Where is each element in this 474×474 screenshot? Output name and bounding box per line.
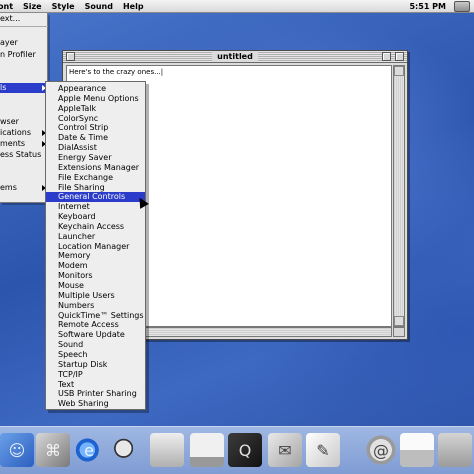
folder-icon[interactable]: [438, 433, 472, 467]
menu-clock[interactable]: 5:51 PM: [409, 0, 446, 13]
control-panel-item[interactable]: Numbers: [46, 301, 145, 311]
menu-bar: ont Size Style Sound Help 5:51 PM: [0, 0, 474, 13]
control-panel-item[interactable]: Text: [46, 380, 145, 390]
apple-menu-item-control-panels[interactable]: ls: [0, 83, 48, 93]
control-panel-item[interactable]: ColorSync: [46, 114, 145, 124]
control-panel-item[interactable]: Internet: [46, 202, 145, 212]
application-menu-icon[interactable]: [454, 1, 470, 12]
apple-menu-item[interactable]: ications: [0, 128, 48, 138]
monitor-icon[interactable]: [190, 433, 224, 467]
control-panel-item[interactable]: QuickTime™ Settings: [46, 311, 145, 321]
zoom-box-icon[interactable]: [382, 52, 391, 61]
printer-icon[interactable]: [400, 433, 434, 467]
control-panel-item[interactable]: Apple Menu Options: [46, 94, 145, 104]
control-panel-item[interactable]: Appearance: [46, 84, 145, 94]
control-panel-item[interactable]: DialAssist: [46, 143, 145, 153]
menu-help[interactable]: Help: [118, 0, 149, 13]
control-strip-dock: ☺ ⌘ e Q ✉ ✎ @: [0, 426, 474, 474]
finder-icon[interactable]: ☺: [0, 433, 34, 467]
control-panel-item[interactable]: Web Sharing: [46, 399, 145, 409]
control-panel-item[interactable]: Energy Saver: [46, 153, 145, 163]
apple-menu-item-label: ls: [0, 83, 7, 92]
control-panel-item[interactable]: Modem: [46, 261, 145, 271]
collapse-box-icon[interactable]: [395, 52, 404, 61]
sherlock-icon[interactable]: [110, 433, 144, 467]
control-panel-item[interactable]: Date & Time: [46, 133, 145, 143]
control-panel-item[interactable]: General Controls: [46, 192, 145, 203]
apple-menu-item[interactable]: ess Status: [0, 150, 48, 160]
apple-menu-item-label: ications: [0, 128, 32, 137]
control-panel-item[interactable]: File Sharing: [46, 183, 145, 193]
apple-menu: ext... ayer n Profiler ls wser ications …: [0, 13, 48, 203]
email-at-icon[interactable]: @: [364, 433, 398, 467]
apple-menu-item[interactable]: ments: [0, 139, 48, 149]
window-title: untitled: [212, 51, 258, 62]
scroll-down-arrow-icon[interactable]: [394, 316, 404, 326]
menu-separator: [0, 26, 48, 27]
control-panel-item[interactable]: Monitors: [46, 271, 145, 281]
control-panel-item[interactable]: Memory: [46, 251, 145, 261]
write-icon[interactable]: ✎: [306, 433, 340, 467]
control-panel-item[interactable]: Sound: [46, 340, 145, 350]
apple-menu-item-label: ems: [0, 183, 17, 192]
apple-menu-item-label: ments: [0, 139, 26, 148]
control-panel-item[interactable]: Launcher: [46, 232, 145, 242]
apple-menu-item[interactable]: ems: [0, 183, 48, 193]
apple-menu-item[interactable]: ext...: [0, 14, 48, 24]
menu-sound[interactable]: Sound: [80, 0, 118, 13]
control-panel-item[interactable]: TCP/IP: [46, 370, 145, 380]
control-panel-item[interactable]: Multiple Users: [46, 291, 145, 301]
apple-system-profiler-icon[interactable]: [150, 433, 184, 467]
quicktime-icon[interactable]: Q: [228, 433, 262, 467]
scroll-up-arrow-icon[interactable]: [394, 66, 404, 76]
control-panel-item[interactable]: File Exchange: [46, 173, 145, 183]
control-panel-item[interactable]: Startup Disk: [46, 360, 145, 370]
apple-menu-item[interactable]: ayer: [0, 38, 48, 48]
document-text: Here's to the crazy ones...|: [69, 68, 164, 76]
control-panel-item[interactable]: Keyboard: [46, 212, 145, 222]
menu-font[interactable]: ont: [0, 0, 18, 13]
control-panels-submenu: Appearance Apple Menu Options AppleTalk Col…: [45, 81, 146, 410]
mail-icon[interactable]: ✉: [268, 433, 302, 467]
close-box-icon[interactable]: [66, 52, 75, 61]
vertical-scrollbar[interactable]: [393, 65, 405, 327]
mac-os-icon[interactable]: ⌘: [36, 433, 70, 467]
control-panel-item[interactable]: USB Printer Sharing: [46, 389, 145, 399]
apple-menu-item[interactable]: n Profiler: [0, 50, 48, 60]
control-panel-item[interactable]: Keychain Access: [46, 222, 145, 232]
control-panel-item[interactable]: Software Update: [46, 330, 145, 340]
apple-menu-item[interactable]: wser: [0, 117, 48, 127]
control-panel-item[interactable]: Location Manager: [46, 242, 145, 252]
window-title-bar[interactable]: untitled: [63, 51, 407, 63]
menu-size[interactable]: Size: [18, 0, 47, 13]
control-panel-item[interactable]: Mouse: [46, 281, 145, 291]
control-panel-item[interactable]: AppleTalk: [46, 104, 145, 114]
internet-explorer-icon[interactable]: e: [72, 433, 106, 467]
control-panel-item[interactable]: Control Strip: [46, 123, 145, 133]
resize-box-icon[interactable]: [393, 327, 405, 337]
control-panel-item[interactable]: Speech: [46, 350, 145, 360]
menu-style[interactable]: Style: [47, 0, 80, 13]
control-panel-item[interactable]: Extensions Manager: [46, 163, 145, 173]
control-panel-item[interactable]: Remote Access: [46, 320, 145, 330]
